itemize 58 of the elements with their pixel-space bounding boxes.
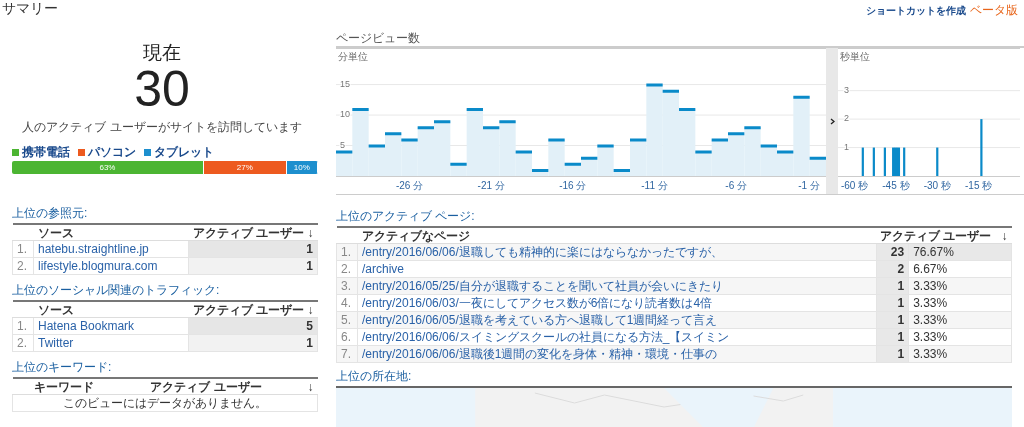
legend-label: 携帯電話	[22, 146, 70, 158]
table-cell: 3.33%	[908, 277, 1012, 295]
table-cell: 3.33%	[908, 328, 1012, 346]
section-title: 上位のアクティブ ページ:	[336, 209, 476, 225]
axis-label: -45 秒	[882, 180, 910, 191]
row-number: 1.	[336, 243, 358, 261]
section-title: 上位のソーシャル関連のトラフィック:	[12, 283, 221, 299]
axis-label: -15 秒	[965, 180, 993, 191]
table-cell: 6.67%	[908, 260, 1012, 278]
row-number: 4.	[336, 294, 358, 312]
chart-label: 分単位	[338, 50, 368, 64]
row-number: 6.	[336, 328, 358, 346]
device-share-segment: 63%	[12, 161, 204, 174]
section-title: 上位のキーワード:	[12, 360, 113, 376]
axis-label: 3	[844, 85, 849, 96]
table-cell: 3.33%	[908, 311, 1012, 329]
column-header: アクティブなページ	[357, 227, 877, 244]
column-header: キーワード	[12, 378, 116, 395]
axis-label: 15	[340, 78, 350, 89]
row-number: 3.	[336, 277, 358, 295]
table-cell: 3.33%	[908, 294, 1012, 312]
axis-label: 5	[340, 139, 345, 150]
column-header: ソース	[33, 301, 189, 318]
axis-label: -16 分	[559, 180, 587, 191]
axis-label: -60 秒	[840, 180, 869, 191]
section-title: 上位の所在地:	[336, 369, 413, 385]
legend-label: パソコン	[88, 146, 136, 158]
legend-label: タブレット	[154, 146, 214, 158]
active-user-count: 30	[134, 64, 190, 114]
device-share-segment: 10%	[286, 161, 318, 174]
section-title: 上位の参照元:	[12, 206, 89, 222]
row-number: 1.	[12, 317, 34, 335]
axis-label: -1 分	[798, 180, 820, 191]
row-number: 2.	[336, 260, 358, 278]
active-user-caption: 人のアクティブ ユーザーがサイトを訪問しています	[22, 120, 302, 134]
axis-label: -21 分	[477, 180, 505, 191]
axis-label: 2	[844, 113, 849, 124]
column-header: アクティブ ユーザー	[115, 378, 297, 395]
chart-title: ページビュー数	[336, 31, 421, 45]
page-title: サマリー	[1, 0, 58, 17]
axis-label: 1	[844, 141, 849, 152]
row-number: 1.	[12, 240, 34, 258]
chart-label: 秒単位	[840, 50, 870, 64]
now-heading: 現在	[143, 42, 181, 64]
axis-label: -6 分	[725, 180, 747, 191]
beta-label: ベータ版	[970, 2, 1018, 19]
table-cell: 3.33%	[908, 345, 1012, 363]
axis-label: 10	[340, 109, 350, 120]
axis-label: -30 秒	[923, 180, 951, 191]
empty-message: このビューにはデータがありません。	[12, 394, 318, 412]
row-number: 2.	[12, 257, 34, 275]
row-number: 5.	[336, 311, 358, 329]
column-header: ソース	[33, 224, 189, 241]
row-number: 7.	[336, 345, 358, 363]
device-share-segment: 27%	[203, 161, 287, 174]
row-number: 2.	[12, 334, 34, 352]
axis-label: -11 分	[641, 180, 668, 191]
axis-label: -26 分	[395, 180, 424, 191]
